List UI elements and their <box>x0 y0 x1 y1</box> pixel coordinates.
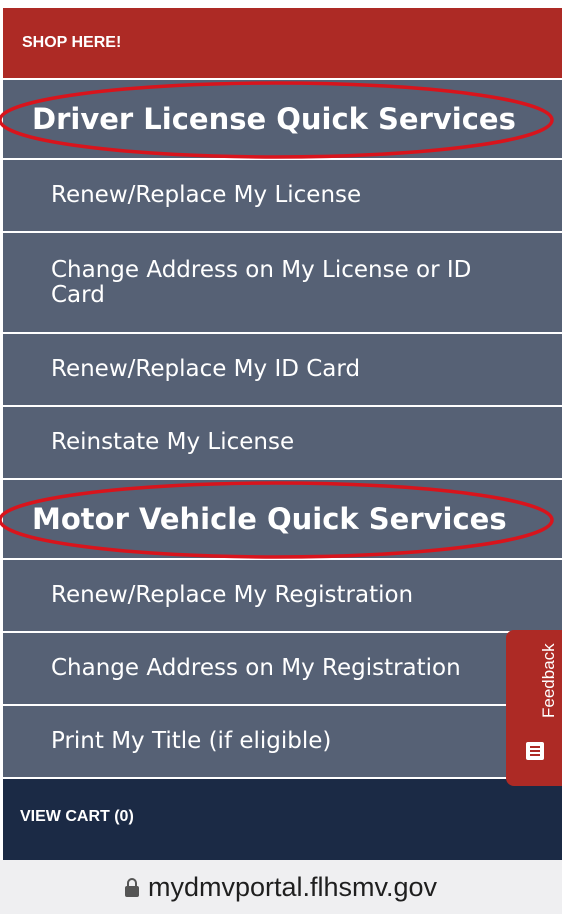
menu-item-label: Change Address on My Registration <box>51 655 461 682</box>
menu-item-label: Reinstate My License <box>51 429 295 456</box>
renew-replace-registration-link[interactable]: Renew/Replace My Registration <box>3 560 562 633</box>
browser-url-bar[interactable]: mydmvportal.flhsmv.gov <box>0 860 562 914</box>
motor-vehicle-heading-text: Motor Vehicle Quick Services <box>32 502 507 536</box>
lock-icon <box>124 877 139 897</box>
menu-item-label: Renew/Replace My License <box>51 182 362 209</box>
change-address-registration-link[interactable]: Change Address on My Registration <box>3 633 562 706</box>
menu-item-label: Change Address on My License or ID Card <box>51 257 472 308</box>
menu-item-label: Renew/Replace My Registration <box>51 582 414 609</box>
menu-item-label: Print My Title (if eligible) <box>51 728 332 755</box>
reinstate-license-link[interactable]: Reinstate My License <box>3 407 562 480</box>
print-title-link[interactable]: Print My Title (if eligible) <box>3 706 562 779</box>
change-address-license-link[interactable]: Change Address on My License or ID Card <box>3 233 562 334</box>
quick-services-menu: SHOP HERE! Driver License Quick Services… <box>0 8 562 857</box>
view-cart-link[interactable]: VIEW CART (0) <box>3 779 562 857</box>
feedback-tab[interactable]: Feedback <box>506 630 562 786</box>
feedback-label: Feedback <box>539 643 558 718</box>
driver-license-section-heading: Driver License Quick Services <box>0 80 562 160</box>
shop-here-link[interactable]: SHOP HERE! <box>3 8 562 80</box>
footer-strip <box>3 853 562 860</box>
driver-license-heading-text: Driver License Quick Services <box>32 102 516 136</box>
url-text: mydmvportal.flhsmv.gov <box>147 871 438 902</box>
renew-replace-license-link[interactable]: Renew/Replace My License <box>3 160 562 233</box>
motor-vehicle-section-heading: Motor Vehicle Quick Services <box>0 480 562 560</box>
menu-item-label: Renew/Replace My ID Card <box>51 356 361 383</box>
renew-replace-id-card-link[interactable]: Renew/Replace My ID Card <box>3 334 562 407</box>
list-icon <box>526 742 544 760</box>
